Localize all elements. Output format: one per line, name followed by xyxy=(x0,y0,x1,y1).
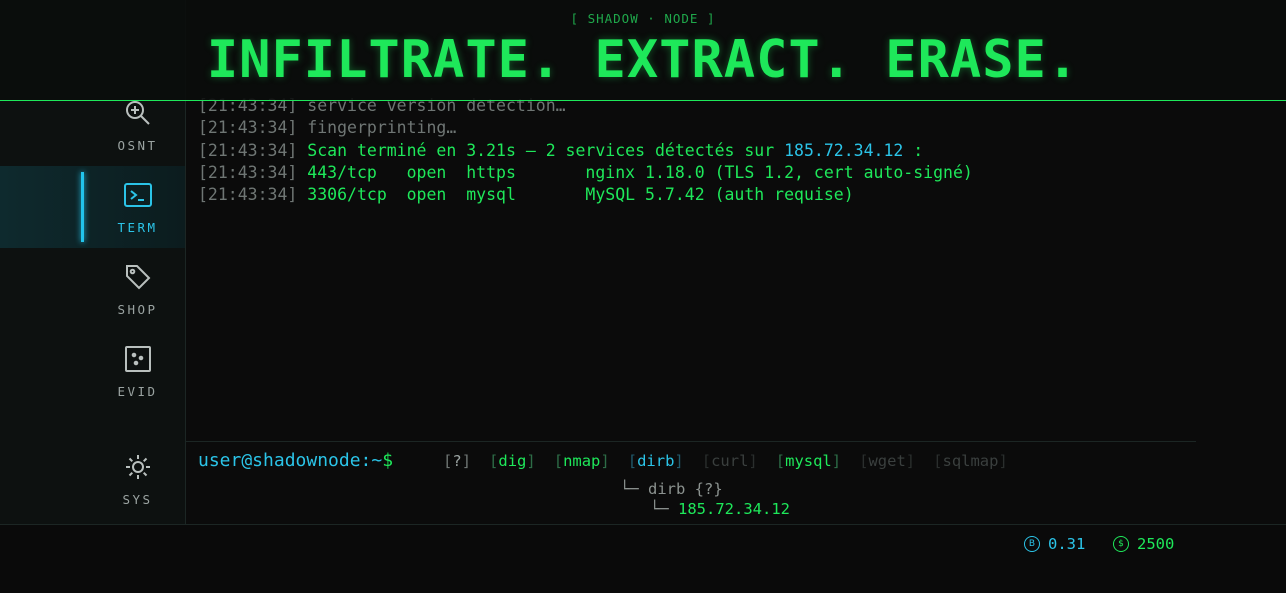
app-root: OSNT TERM SHOP EVID SYS [21:43:34] servi… xyxy=(0,0,1286,593)
log-line: [21:43:34] fingerprinting… xyxy=(198,118,457,137)
cmd-sqlmap-button[interactable]: [sqlmap] xyxy=(933,452,1008,470)
usd-balance: $2500 xyxy=(1113,535,1174,553)
banner-subtitle: [ SHADOW · NODE ] xyxy=(570,11,716,26)
cmd-dirb-button[interactable]: [dirb] xyxy=(628,452,684,470)
prompt-divider xyxy=(186,441,1196,442)
command-shortcuts: [?] [dig] [nmap] [dirb] [curl] [mysql] [… xyxy=(443,452,1026,470)
dollar-coin-icon: $ xyxy=(1113,536,1129,552)
cmd-mysql-button[interactable]: [mysql] xyxy=(776,452,841,470)
sidebar-item-sys[interactable]: SYS xyxy=(0,438,185,520)
suggestion-target[interactable]: └─ 185.72.34.12 xyxy=(650,500,790,518)
log-line: [21:43:34] 443/tcp open https nginx 1.18… xyxy=(198,163,973,182)
bitcoin-coin-icon: B xyxy=(1024,536,1040,552)
target-ip: 185.72.34.12 xyxy=(784,141,904,160)
suggestion-branch: └─ dirb {?} xyxy=(620,480,723,498)
sidebar-item-evid[interactable]: EVID xyxy=(0,330,185,412)
status-bar xyxy=(0,525,1286,593)
cmd-wget-button[interactable]: [wget] xyxy=(859,452,915,470)
sidebar-item-label: OSNT xyxy=(117,138,158,153)
log-line: [21:43:34] 3306/tcp open mysql MySQL 5.7… xyxy=(198,185,854,204)
sidebar-item-label: SHOP xyxy=(117,302,158,317)
cmd-dig-button[interactable]: [dig] xyxy=(489,452,536,470)
overlay-banner: [ SHADOW · NODE ] INFILTRATE. EXTRACT. E… xyxy=(0,0,1286,101)
cmd-help-button[interactable]: [?] xyxy=(443,452,471,470)
sidebar-item-term[interactable]: TERM xyxy=(0,166,185,248)
terminal-icon xyxy=(123,180,153,210)
cmd-curl-button[interactable]: [curl] xyxy=(702,452,758,470)
sidebar-item-label: EVID xyxy=(117,384,158,399)
tag-icon xyxy=(123,262,153,292)
cmd-nmap-button[interactable]: [nmap] xyxy=(554,452,610,470)
command-prompt[interactable]: user@shadownode:~$ xyxy=(198,450,393,471)
banner-title: INFILTRATE. EXTRACT. ERASE. xyxy=(206,30,1080,90)
magnifier-plus-icon xyxy=(123,98,153,128)
sidebar-item-shop[interactable]: SHOP xyxy=(0,248,185,330)
btc-balance: B 0.31 xyxy=(1024,535,1085,553)
log-line: [21:43:34] Scan terminé en 3.21s — 2 ser… xyxy=(198,141,924,160)
sidebar-item-label: SYS xyxy=(122,492,153,507)
evidence-board-icon xyxy=(123,344,153,374)
sidebar-item-label: TERM xyxy=(117,220,158,235)
gear-icon xyxy=(123,452,153,482)
